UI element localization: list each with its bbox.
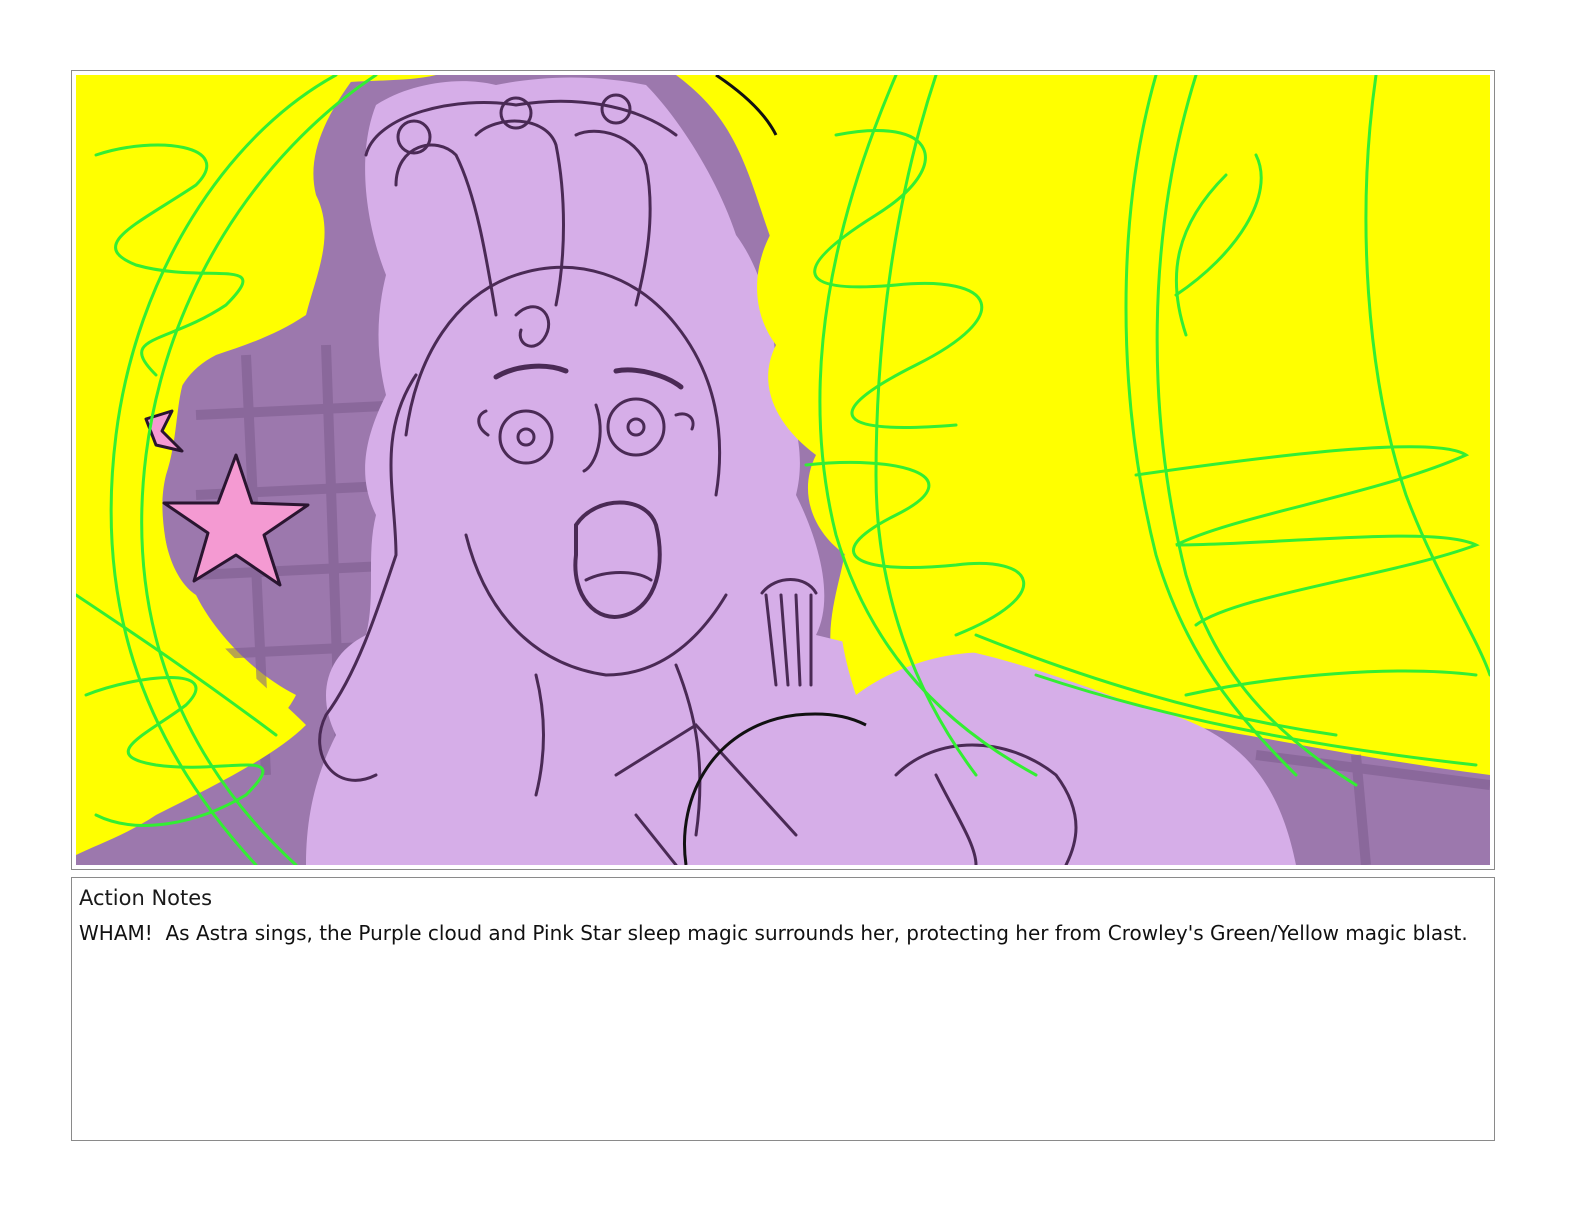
action-notes-body: WHAM! As Astra sings, the Purple cloud a… [79, 921, 1468, 945]
illustration-svg [76, 75, 1490, 865]
frame-illustration [76, 75, 1490, 865]
yellow-magic-blast [757, 75, 1490, 765]
storyboard-frame [71, 70, 1495, 870]
action-notes-title: Action Notes [79, 886, 213, 910]
action-notes-panel: Action Notes WHAM! As Astra sings, the P… [71, 877, 1495, 1141]
